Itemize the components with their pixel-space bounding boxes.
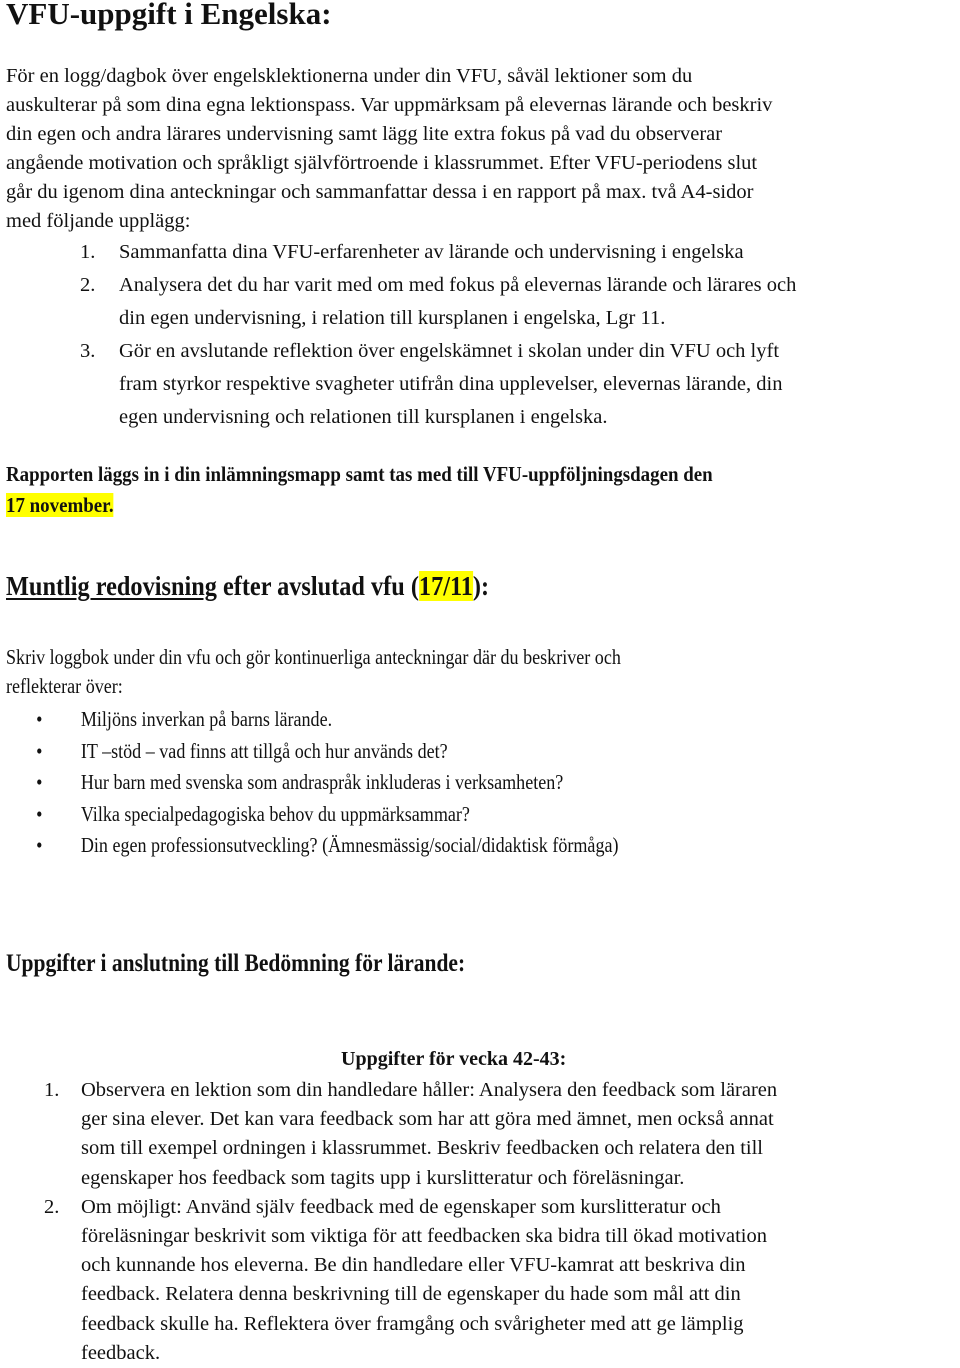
bullet-item: • IT –stöd – vad finns att tillgå och hu… [0, 736, 619, 768]
document-page: VFU-uppgift i Engelska: För en logg/dagb… [0, 0, 960, 1366]
bullet-item: • Miljöns inverkan på barns lärande. [0, 704, 619, 736]
deadline-notice: Rapporten läggs in i din inlämningsmapp … [6, 459, 713, 521]
bullet-icon: • [36, 738, 43, 763]
bullet-text: Hur barn med svenska som andraspråk inkl… [80, 770, 564, 794]
report-structure-item: 3. Gör en avslutande reflektion över eng… [0, 335, 796, 434]
bullet-item: • Hur barn med svenska som andraspråk in… [0, 767, 619, 799]
intro-line: För en logg/dagbok över engelsklektioner… [6, 65, 693, 87]
task-text: som till exempel ordningen i klassrummet… [81, 1137, 763, 1160]
task-text: feedback. Relatera denna beskrivning til… [81, 1283, 741, 1306]
intro-line: auskulterar på som dina egna lektionspas… [6, 94, 773, 116]
task-number: 2. [44, 1195, 60, 1218]
bullet-text: Vilka specialpedagogiska behov du uppmär… [80, 801, 470, 826]
list-item-text: Gör en avslutande reflektion över engels… [119, 340, 780, 362]
heading-underlined-part: Muntlig redovisning [6, 571, 217, 601]
list-item-text: egen undervisning och relationen till ku… [119, 406, 608, 428]
bullet-icon: • [36, 770, 43, 794]
task-text: feedback skulle ha. Reflektera över fram… [81, 1312, 744, 1335]
oral-intro-line: reflekterar över: [6, 674, 123, 698]
task-text: föreläsningar beskrivit som viktiga för … [81, 1225, 767, 1248]
list-item-text: din egen undervisning, i relation till k… [119, 307, 666, 329]
intro-paragraph: För en logg/dagbok över engelsklektioner… [6, 62, 772, 236]
list-number: 2. [80, 274, 96, 296]
bullet-icon: • [36, 833, 43, 857]
task-text: och kunnande hos eleverna. Be din handle… [81, 1254, 746, 1277]
bullet-icon: • [36, 707, 43, 731]
heading-text: efter avslutad vfu ( [216, 571, 419, 601]
heading-text-end: ): [472, 571, 490, 601]
intro-line: din egen och andra lärares undervisning … [6, 123, 723, 145]
bullet-icon: • [36, 801, 43, 826]
bullet-item: • Vilka specialpedagogiska behov du uppm… [0, 799, 619, 831]
task-text: Om möjligt: Använd själv feedback med de… [81, 1195, 721, 1218]
report-structure-list: 1. Sammanfatta dina VFU-erfarenheter av … [0, 236, 796, 434]
task-text: ger sina elever. Det kan vara feedback s… [81, 1108, 774, 1131]
intro-line: går du igenom dina anteckningar och samm… [6, 181, 754, 203]
task-number: 1. [44, 1079, 60, 1101]
bullet-text: Din egen professionsutveckling? (Ämnesmä… [80, 833, 619, 857]
list-item-text: Sammanfatta dina VFU-erfarenheter av lär… [119, 241, 744, 263]
oral-presentation-heading: Muntlig redovisning efter avslutad vfu (… [6, 571, 489, 602]
task-item: 2. Om möjligt: Använd själv feedback med… [0, 1193, 777, 1368]
week-tasks-subheading: Uppgifter för vecka 42-43: [341, 1048, 567, 1070]
deadline-date-highlight: 17 november. [6, 493, 114, 517]
bullet-item: • Din egen professionsutveckling? (Ämnes… [0, 830, 619, 862]
list-item-text: fram styrkor respektive svagheter utifrå… [119, 373, 783, 395]
document-title: VFU-uppgift i Engelska: [6, 0, 332, 31]
task-text: feedback. [81, 1341, 161, 1364]
list-number: 1. [80, 241, 96, 263]
intro-line: med följande upplägg: [6, 210, 191, 232]
reflection-bullet-list: • Miljöns inverkan på barns lärande. • I… [0, 704, 619, 862]
task-text: Observera en lektion som din handledare … [81, 1079, 778, 1101]
task-text: egenskaper hos feedback som tagits upp i… [81, 1166, 685, 1189]
deadline-date-line: 17 november. [6, 490, 713, 521]
week-tasks-list: 1. Observera en lektion som din handleda… [0, 1076, 777, 1368]
task-item: 1. Observera en lektion som din handleda… [0, 1076, 777, 1193]
bullet-text: Miljöns inverkan på barns lärande. [80, 707, 333, 731]
deadline-text: Rapporten läggs in i din inlämningsmapp … [6, 462, 713, 486]
report-structure-item: 2. Analysera det du har varit med om med… [0, 269, 796, 335]
intro-line: angående motivation och språkligt självf… [6, 152, 758, 174]
oral-intro-paragraph: Skriv loggbok under din vfu och gör kont… [6, 643, 621, 701]
list-number: 3. [80, 340, 96, 362]
bullet-text: IT –stöd – vad finns att tillgå och hur … [80, 738, 448, 763]
assessment-heading: Uppgifter i anslutning till Bedömning fö… [6, 950, 466, 977]
report-structure-item: 1. Sammanfatta dina VFU-erfarenheter av … [0, 236, 796, 269]
list-item-text: Analysera det du har varit med om med fo… [119, 274, 797, 296]
oral-intro-line: Skriv loggbok under din vfu och gör kont… [6, 645, 621, 669]
heading-date-highlight: 17/11 [418, 571, 473, 601]
